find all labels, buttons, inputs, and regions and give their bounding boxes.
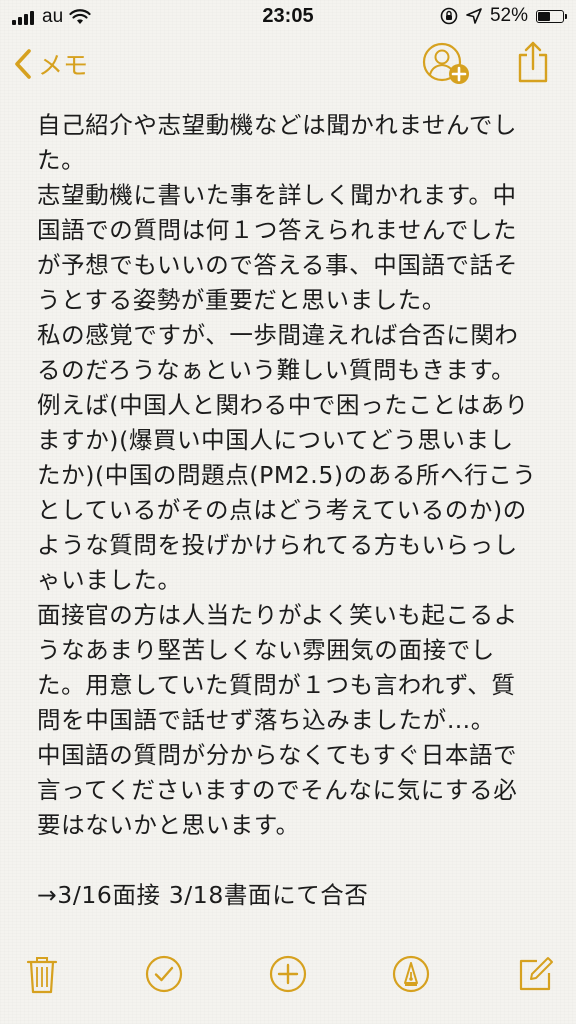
note-line: →3/16面接 3/18書面にて合否 <box>37 881 369 909</box>
note-line: ような質問を投げかけられてる方もいらっし <box>37 531 518 559</box>
note-blank-line <box>37 843 547 878</box>
location-arrow-icon <box>466 8 482 24</box>
note-line: 私の感覚ですが、一歩間違えれば合否に関わ <box>37 321 519 349</box>
note-line: うなあまり堅苦しくない雰囲気の面接でし <box>37 636 495 664</box>
note-line: ますか)(爆買い中国人についてどう思いまし <box>37 426 514 454</box>
add-people-button[interactable] <box>420 40 474 94</box>
note-line: 言ってくださいますのでそんなに気にする必 <box>37 776 518 804</box>
note-line: るのだろうなぁという難しい質問もきます。 <box>37 356 516 384</box>
battery-percent: 52% <box>489 5 528 26</box>
plus-circle-icon <box>269 955 307 993</box>
note-line: としているがその点はどう考えているのか)の <box>37 496 527 524</box>
battery-icon <box>536 9 567 23</box>
add-person-icon <box>422 42 469 84</box>
navigation-bar: メモ <box>0 38 576 94</box>
trash-icon <box>26 957 58 994</box>
compose-button[interactable] <box>514 952 558 996</box>
delete-button[interactable] <box>20 952 64 996</box>
note-line: ゃいました。 <box>37 566 182 594</box>
note-line: 国語での質問は何１つ答えられませんでした <box>37 216 518 244</box>
pen-tip-icon <box>392 955 430 993</box>
note-line: 問を中国語で話せず落ち込みましたが…。 <box>37 706 495 734</box>
note-line: たか)(中国の問題点(PM2.5)のある所へ行こう <box>37 461 537 489</box>
note-line: 面接官の方は人当たりがよく笑いも起こるよ <box>37 601 518 629</box>
note-line: 例えば(中国人と関わる中で困ったことはあり <box>37 391 529 419</box>
share-icon <box>518 41 548 83</box>
back-button-label: メモ <box>38 51 89 80</box>
note-line: が予想でもいいので答える事、中国語で話そ <box>37 251 518 279</box>
status-bar: au 23:05 52% <box>0 0 576 36</box>
checkmark-circle-icon <box>145 955 183 993</box>
note-line: 自己紹介や志望動機などは聞かれませんでし <box>37 111 518 139</box>
bottom-toolbar <box>0 936 576 1024</box>
note-line: 志望動機に書いた事を詳しく聞かれます。中 <box>37 181 517 209</box>
chevron-left-icon <box>15 49 31 79</box>
note-text[interactable]: 自己紹介や志望動機などは聞かれませんでし た。志望動機に書いた事を詳しく聞かれます… <box>37 108 547 913</box>
rotation-lock-icon <box>440 7 458 25</box>
status-right: 52% <box>440 5 567 27</box>
compose-icon <box>519 957 553 991</box>
note-line: 要はないかと思います。 <box>37 811 300 839</box>
note-line: た。用意していた質問が１つも言われず、質 <box>37 671 516 699</box>
note-line: 中国語の質問が分からなくてもすぐ日本語で <box>37 741 518 769</box>
back-button[interactable]: メモ <box>14 46 88 82</box>
checklist-button[interactable] <box>142 952 186 996</box>
note-line: うとする姿勢が重要だと思いました。 <box>37 286 446 314</box>
add-button[interactable] <box>266 952 310 996</box>
note-line: た。 <box>37 146 86 174</box>
markup-button[interactable] <box>389 952 433 996</box>
battery-level <box>538 11 551 21</box>
share-button[interactable] <box>516 40 550 88</box>
